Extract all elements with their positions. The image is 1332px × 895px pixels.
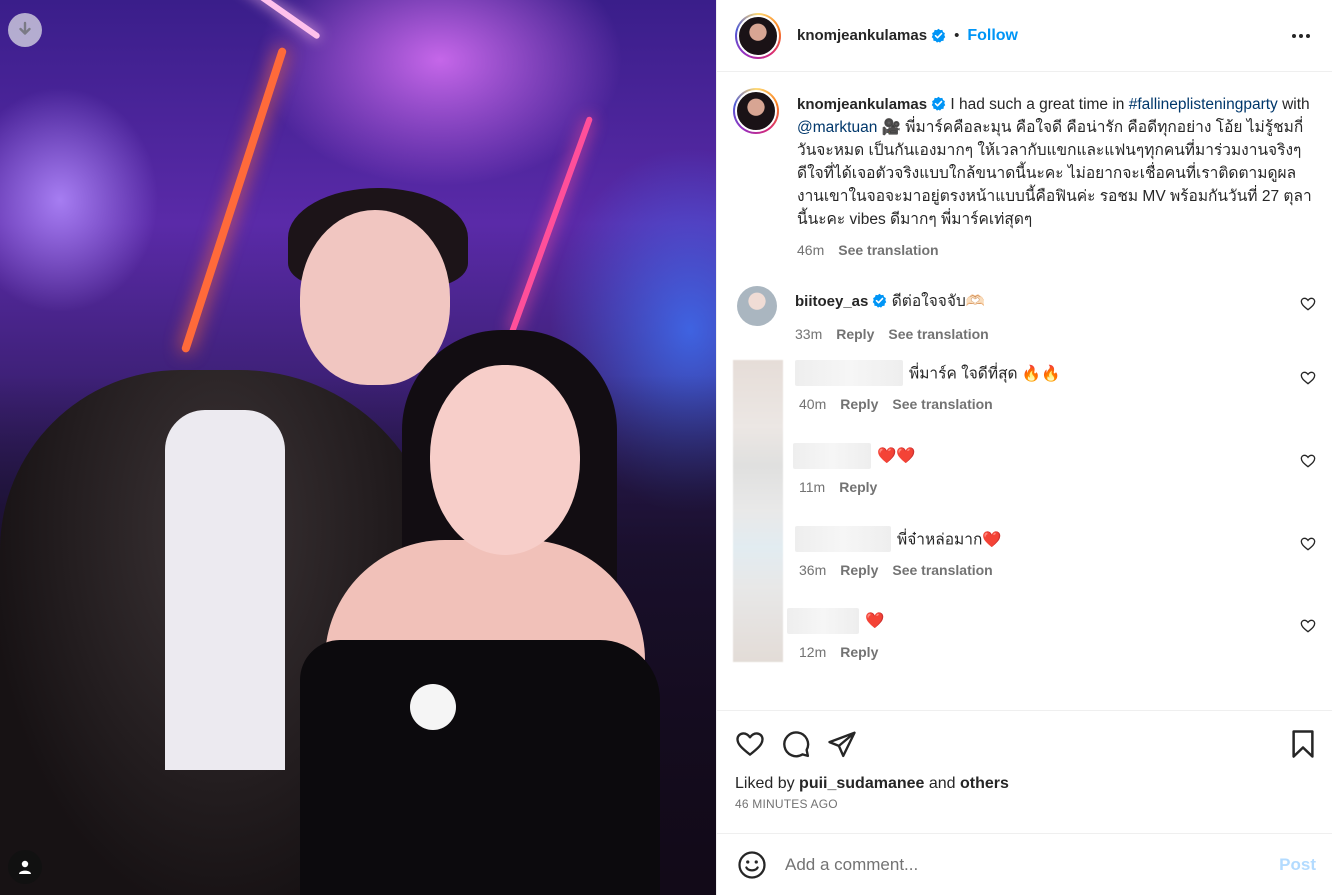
man-shirt: [165, 410, 285, 770]
download-button[interactable]: [8, 13, 42, 47]
more-options-button[interactable]: [1286, 28, 1316, 44]
blurred-username: [787, 608, 859, 634]
commenter-username[interactable]: biitoey_as: [795, 293, 868, 310]
hashtag-link[interactable]: #fallineplisteningparty: [1129, 96, 1278, 113]
verified-badge-icon: [873, 293, 887, 308]
comment-meta: 33m Reply See translation: [795, 326, 1316, 342]
likes-prefix: Liked by: [735, 775, 800, 792]
author-avatar[interactable]: [735, 12, 781, 59]
caption-time[interactable]: 46m: [797, 239, 824, 262]
instagram-post-modal: knomjeankulamas • Follow knomjeankulamas…: [0, 0, 1332, 895]
see-translation-button[interactable]: See translation: [892, 562, 992, 578]
reply-meta: 11m Reply: [783, 479, 1316, 495]
likes-summary: Liked by puii_sudamanee and others: [735, 775, 1316, 793]
like-reply-heart-icon[interactable]: [1300, 453, 1316, 469]
caption-intro: I had such a great time in: [946, 96, 1129, 113]
reply-button[interactable]: Reply: [840, 396, 878, 412]
post-timestamp[interactable]: 46 MINUTES AGO: [735, 797, 1316, 811]
blurred-username: [793, 443, 871, 469]
woman-face: [430, 365, 580, 555]
reply-time[interactable]: 12m: [799, 644, 826, 660]
see-translation-button[interactable]: See translation: [892, 396, 992, 412]
neon-light: [508, 115, 594, 335]
reply-button[interactable]: Reply: [840, 644, 878, 660]
comment-text: ดีต่อใจจจับ🫶🏻: [891, 293, 986, 310]
emoji-icon[interactable]: [737, 850, 767, 880]
reply-time[interactable]: 11m: [799, 479, 825, 495]
reply-item: พี่จ๋าหล่อมาก❤️ 36m Reply See translatio…: [783, 526, 1316, 578]
neon-light: [180, 46, 288, 354]
bookmark-icon[interactable]: [1290, 729, 1316, 759]
like-reply-heart-icon[interactable]: [1300, 536, 1316, 552]
caption-meta: 46m See translation: [797, 239, 1316, 262]
mention-link[interactable]: @marktuan: [797, 119, 877, 136]
reply-button[interactable]: Reply: [839, 479, 877, 495]
verified-badge-icon: [931, 96, 946, 111]
post-comment-button[interactable]: Post: [1279, 855, 1316, 875]
reply-text: ❤️❤️: [877, 447, 916, 465]
reply-meta: 36m Reply See translation: [783, 562, 1316, 578]
user-icon: [19, 860, 31, 874]
post-photo[interactable]: [0, 0, 716, 895]
follow-button[interactable]: Follow: [967, 27, 1018, 45]
add-comment-bar: Post: [717, 833, 1332, 895]
reply-time[interactable]: 40m: [799, 396, 826, 412]
reply-time[interactable]: 36m: [799, 562, 826, 578]
dress-rose: [410, 684, 456, 730]
action-icon-row: [735, 727, 1316, 761]
caption-with: with: [1277, 96, 1310, 113]
reply-button[interactable]: Reply: [836, 326, 874, 342]
comment-item: biitoey_as ดีต่อใจจจับ🫶🏻 33m Reply See t…: [733, 286, 1316, 342]
comments-scroll-area[interactable]: knomjeankulamas I had such a great time …: [717, 72, 1332, 710]
post-details-pane: knomjeankulamas • Follow knomjeankulamas…: [716, 0, 1332, 895]
caption-emoji: 🎥: [877, 119, 906, 136]
reply-item: พี่มาร์ค ใจดีที่สุด 🔥🔥 40m Reply See tra…: [783, 360, 1316, 412]
like-reply-heart-icon[interactable]: [1300, 370, 1316, 386]
reply-text: พี่จ๋าหล่อมาก❤️: [897, 531, 1002, 549]
reply-text: พี่มาร์ค ใจดีที่สุด 🔥🔥: [909, 365, 1061, 383]
likes-middle: and: [924, 775, 961, 792]
heart-icon[interactable]: [735, 729, 765, 759]
likes-others-link[interactable]: others: [960, 775, 1009, 792]
like-reply-heart-icon[interactable]: [1300, 618, 1316, 634]
man-face: [300, 210, 450, 385]
add-comment-input[interactable]: [785, 854, 1262, 875]
caption-author-username[interactable]: knomjeankulamas: [797, 96, 927, 113]
separator-dot: •: [954, 27, 960, 44]
comment-icon[interactable]: [781, 729, 811, 759]
reply-item: ❤️ 12m Reply: [783, 608, 1316, 660]
caption-text: knomjeankulamas I had such a great time …: [797, 93, 1316, 231]
caption-author-avatar[interactable]: [733, 88, 779, 134]
blurred-username: [795, 360, 903, 386]
liked-by-user-link[interactable]: puii_sudamanee: [799, 775, 924, 792]
reply-thread: พี่มาร์ค ใจดีที่สุด 🔥🔥 40m Reply See tra…: [733, 360, 1316, 662]
reply-item: ❤️❤️ 11m Reply: [783, 443, 1316, 495]
more-icon: [1292, 33, 1296, 38]
share-icon[interactable]: [827, 729, 857, 759]
verified-badge-icon: [931, 28, 946, 43]
post-header: knomjeankulamas • Follow: [717, 0, 1332, 72]
reply-meta: 12m Reply: [783, 644, 1316, 660]
commenter-avatar[interactable]: [737, 286, 777, 326]
woman-dress: [300, 640, 660, 895]
tagged-users-button[interactable]: [8, 850, 42, 884]
author-username[interactable]: knomjeankulamas: [797, 27, 927, 44]
reply-meta: 40m Reply See translation: [783, 396, 1316, 412]
see-translation-button[interactable]: See translation: [838, 239, 938, 262]
see-translation-button[interactable]: See translation: [888, 326, 988, 342]
post-caption: knomjeankulamas I had such a great time …: [733, 88, 1316, 262]
blurred-username: [795, 526, 891, 552]
comment-text-line: biitoey_as ดีต่อใจจจับ🫶🏻: [795, 288, 1316, 313]
blurred-reply-avatars: [733, 360, 783, 662]
neon-light: [219, 0, 321, 40]
reply-text: ❤️: [865, 612, 885, 630]
like-comment-heart-icon[interactable]: [1300, 296, 1316, 312]
comment-time[interactable]: 33m: [795, 326, 822, 342]
download-icon: [19, 21, 31, 35]
post-actions: Liked by puii_sudamanee and others 46 MI…: [717, 710, 1332, 811]
reply-button[interactable]: Reply: [840, 562, 878, 578]
